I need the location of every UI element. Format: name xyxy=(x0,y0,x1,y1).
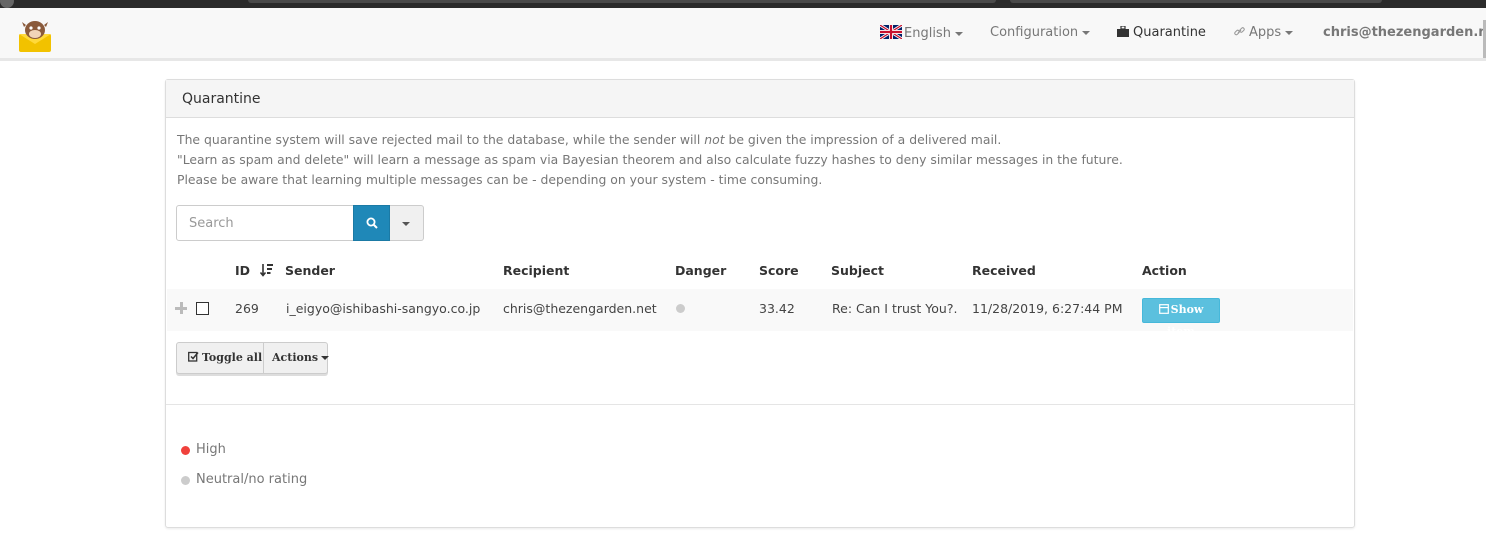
nav-language-dropdown[interactable]: English xyxy=(880,25,963,41)
cell-score: 33.42 xyxy=(759,301,795,316)
browser-top-strip xyxy=(0,0,1486,8)
browser-tab[interactable] xyxy=(1010,0,1382,3)
window-icon xyxy=(1158,304,1169,314)
cell-received: 11/28/2019, 6:27:44 PM xyxy=(972,301,1123,316)
column-header-received[interactable]: Received xyxy=(972,263,1036,278)
description-line-2: "Learn as spam and delete" will learn a … xyxy=(177,152,1123,167)
link-icon xyxy=(1234,27,1245,36)
row-select-checkbox[interactable] xyxy=(196,302,209,315)
nav-apps-label: Apps xyxy=(1249,25,1282,40)
column-header-danger[interactable]: Danger xyxy=(675,263,726,278)
chevron-down-icon xyxy=(1082,30,1091,35)
nav-language-label: English xyxy=(904,26,951,41)
panel-heading xyxy=(166,80,1354,118)
uk-flag-icon xyxy=(880,25,902,39)
browser-button[interactable] xyxy=(0,0,14,8)
check-square-icon xyxy=(188,351,199,362)
expand-row-icon[interactable] xyxy=(175,302,187,314)
panel-description: The quarantine system will save rejected… xyxy=(177,130,1123,190)
nav-quarantine[interactable]: Quarantine xyxy=(1117,25,1206,40)
nav-quarantine-label: Quarantine xyxy=(1133,25,1206,40)
legend-high-label: High xyxy=(196,442,226,457)
description-line-1: The quarantine system will save rejected… xyxy=(177,132,1002,147)
description-line-3: Please be aware that learning multiple m… xyxy=(177,172,823,187)
legend-high-dot-icon xyxy=(181,446,190,455)
show-item-button[interactable]: Show item xyxy=(1142,298,1220,338)
chevron-down-icon xyxy=(1285,30,1294,35)
nav-user-label: chris@thezengarden.net xyxy=(1323,25,1486,40)
briefcase-icon xyxy=(1117,25,1129,37)
column-header-action: Action xyxy=(1142,263,1187,278)
chevron-down-icon xyxy=(402,222,410,226)
legend-neutral-label: Neutral/no rating xyxy=(196,472,308,487)
divider xyxy=(166,404,1354,405)
mailcow-logo-icon[interactable] xyxy=(16,16,54,54)
browser-tab[interactable] xyxy=(248,0,996,3)
column-header-subject[interactable]: Subject xyxy=(831,263,884,278)
toggle-all-button[interactable]: Toggle all xyxy=(176,342,264,374)
chevron-down-icon xyxy=(321,356,330,360)
nav-user[interactable]: chris@thezengarden.net xyxy=(1323,25,1486,40)
navbar: English Configuration Quarantine Apps ch… xyxy=(0,8,1486,61)
search-icon xyxy=(366,217,378,229)
cell-sender: i_eigyo@ishibashi-sangyo.co.jp xyxy=(286,301,481,316)
panel-title: Quarantine xyxy=(182,91,261,107)
column-header-recipient[interactable]: Recipient xyxy=(503,263,569,278)
search-group xyxy=(176,205,424,241)
search-options-dropdown[interactable] xyxy=(390,205,424,241)
danger-indicator-icon xyxy=(676,304,685,313)
quarantine-panel: Quarantine The quarantine system will sa… xyxy=(165,79,1355,528)
column-header-sender[interactable]: Sender xyxy=(285,263,335,278)
actions-dropdown-button[interactable]: Actions xyxy=(263,342,330,374)
cell-subject: Re: Can I trust You?. xyxy=(832,301,958,316)
cell-recipient: chris@thezengarden.net xyxy=(503,301,657,316)
column-header-score[interactable]: Score xyxy=(759,263,799,278)
nav-configuration-dropdown[interactable]: Configuration xyxy=(990,25,1091,40)
search-button[interactable] xyxy=(353,205,390,241)
chevron-down-icon xyxy=(954,31,963,36)
nav-apps-dropdown[interactable]: Apps xyxy=(1234,25,1294,40)
cell-id: 269 xyxy=(235,301,259,316)
search-input[interactable] xyxy=(176,205,354,241)
sort-desc-icon xyxy=(260,264,274,277)
legend-neutral-dot-icon xyxy=(181,476,190,485)
nav-configuration-label: Configuration xyxy=(990,25,1079,40)
column-header-id[interactable]: ID xyxy=(235,263,274,278)
